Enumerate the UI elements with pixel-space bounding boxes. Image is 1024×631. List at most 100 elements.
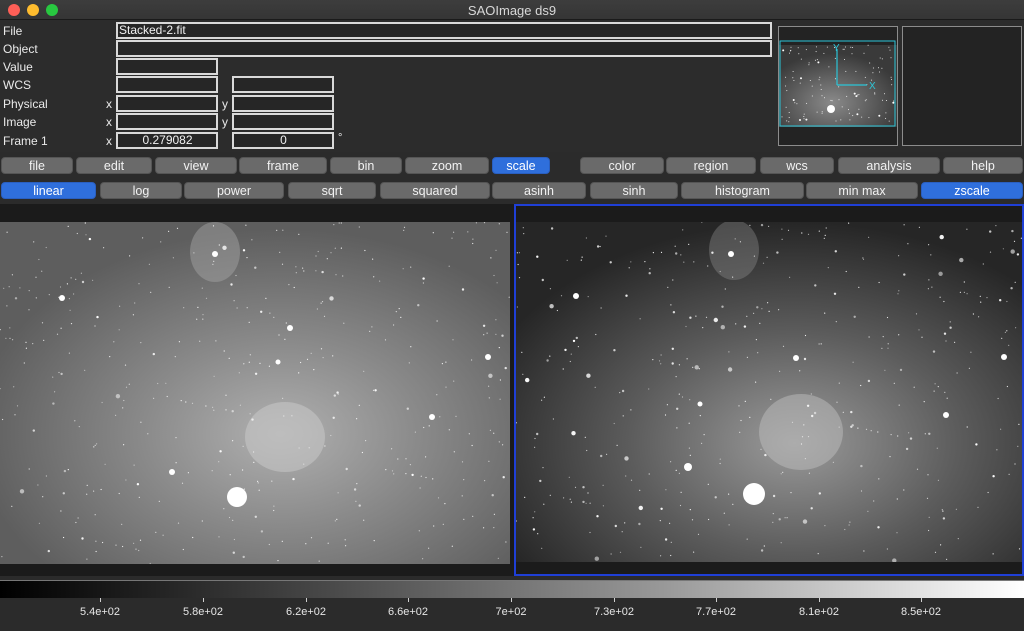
star bbox=[686, 358, 688, 360]
menu-button-region[interactable]: region bbox=[666, 157, 756, 174]
star bbox=[372, 389, 375, 391]
colorbar[interactable] bbox=[0, 580, 1024, 598]
star bbox=[784, 517, 786, 519]
star bbox=[81, 280, 85, 284]
menu-button-zoom[interactable]: zoom bbox=[405, 157, 489, 174]
star bbox=[73, 293, 75, 295]
panner-star bbox=[861, 116, 863, 118]
bright-star bbox=[684, 463, 692, 471]
frame-2-image[interactable] bbox=[516, 222, 1022, 562]
star bbox=[652, 359, 654, 361]
menu-button-scale[interactable]: scale bbox=[492, 157, 550, 174]
panner-star bbox=[785, 106, 787, 108]
panner-star bbox=[857, 94, 859, 96]
star bbox=[678, 393, 680, 395]
star bbox=[136, 483, 140, 486]
star bbox=[803, 424, 805, 426]
star bbox=[624, 522, 626, 524]
star bbox=[321, 301, 324, 303]
panner-star bbox=[803, 118, 805, 120]
star bbox=[801, 436, 804, 438]
scale-button-sinh[interactable]: sinh bbox=[590, 182, 678, 199]
star bbox=[279, 251, 281, 253]
star bbox=[33, 241, 35, 243]
star bbox=[205, 405, 207, 407]
star bbox=[616, 444, 618, 446]
star bbox=[860, 464, 863, 468]
star bbox=[232, 519, 234, 521]
menu-button-file[interactable]: file bbox=[1, 157, 73, 174]
star bbox=[393, 473, 395, 475]
scale-button-log[interactable]: log bbox=[100, 182, 182, 199]
menu-button-analysis[interactable]: analysis bbox=[838, 157, 940, 174]
star bbox=[152, 352, 155, 356]
star bbox=[398, 308, 400, 310]
panner-star bbox=[782, 49, 785, 52]
star bbox=[218, 536, 220, 538]
star bbox=[893, 382, 895, 384]
star bbox=[142, 237, 144, 239]
star bbox=[45, 475, 48, 477]
scale-button-linear[interactable]: linear bbox=[1, 182, 96, 199]
star bbox=[664, 414, 667, 416]
panner-star bbox=[867, 44, 869, 46]
star bbox=[625, 294, 628, 297]
star bbox=[32, 343, 34, 345]
star bbox=[484, 480, 486, 482]
star bbox=[613, 349, 616, 352]
star bbox=[318, 560, 320, 562]
star bbox=[763, 545, 765, 547]
image-display-area[interactable] bbox=[0, 204, 1024, 576]
panner-star bbox=[855, 95, 858, 98]
star bbox=[987, 491, 989, 494]
star bbox=[230, 283, 233, 286]
scale-button-power[interactable]: power bbox=[184, 182, 284, 199]
frame-1-image[interactable] bbox=[0, 222, 510, 564]
scale-button-zscale[interactable]: zscale bbox=[921, 182, 1023, 199]
star bbox=[586, 373, 591, 378]
menu-button-edit[interactable]: edit bbox=[76, 157, 152, 174]
star bbox=[753, 255, 755, 257]
menu-button-frame[interactable]: frame bbox=[239, 157, 327, 174]
panner-star bbox=[878, 114, 881, 117]
menu-button-color[interactable]: color bbox=[580, 157, 664, 174]
star bbox=[1011, 229, 1014, 233]
star bbox=[1010, 287, 1013, 290]
star bbox=[191, 402, 194, 404]
scale-button-min-max[interactable]: min max bbox=[806, 182, 918, 199]
star bbox=[975, 443, 978, 446]
panner[interactable]: Y X bbox=[778, 26, 898, 146]
star bbox=[295, 272, 297, 274]
star bbox=[257, 480, 259, 482]
scale-button-histogram[interactable]: histogram bbox=[681, 182, 804, 199]
star bbox=[498, 347, 500, 349]
colorbar-tick bbox=[716, 598, 717, 602]
panner-star bbox=[864, 100, 866, 102]
star bbox=[867, 379, 871, 383]
star bbox=[495, 319, 497, 321]
menu-button-bin[interactable]: bin bbox=[330, 157, 402, 174]
star bbox=[11, 274, 13, 276]
star bbox=[887, 347, 889, 349]
star bbox=[957, 538, 959, 540]
menu-button-help[interactable]: help bbox=[943, 157, 1023, 174]
star bbox=[850, 425, 853, 428]
star bbox=[666, 404, 668, 406]
panner-star bbox=[785, 85, 787, 87]
scale-button-sqrt[interactable]: sqrt bbox=[288, 182, 376, 199]
star bbox=[77, 517, 79, 519]
panner-star bbox=[878, 67, 879, 69]
star bbox=[332, 355, 334, 357]
star bbox=[688, 422, 690, 424]
star bbox=[493, 432, 495, 434]
star bbox=[946, 397, 948, 399]
scale-button-asinh[interactable]: asinh bbox=[492, 182, 586, 199]
star bbox=[243, 488, 245, 490]
star bbox=[218, 244, 220, 246]
menu-button-view[interactable]: view bbox=[155, 157, 237, 174]
scale-button-squared[interactable]: squared bbox=[380, 182, 490, 199]
star bbox=[868, 336, 870, 338]
star bbox=[995, 225, 997, 227]
colorbar-tick-label: 5.4e+02 bbox=[79, 606, 121, 618]
menu-button-wcs[interactable]: wcs bbox=[760, 157, 834, 174]
